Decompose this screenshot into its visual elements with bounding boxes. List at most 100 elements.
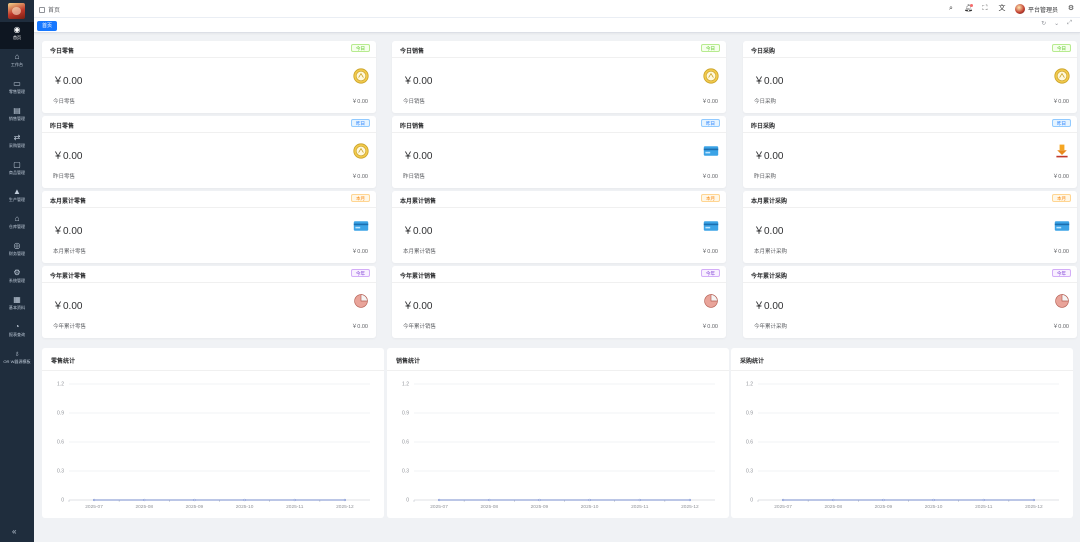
stat-card: 本月累计采购 本月 ￥0.00 本月累计采购 ￥0.00 bbox=[743, 191, 1077, 263]
data-point bbox=[92, 498, 96, 502]
data-point bbox=[982, 498, 985, 502]
period-badge: 今日 bbox=[351, 44, 370, 52]
x-tick-label: 2025-07 bbox=[430, 504, 448, 510]
sidebar-item-12[interactable]: ♁ OR W器源模板 bbox=[0, 346, 34, 373]
warehouse-icon: ⌂ bbox=[14, 214, 20, 223]
bell-icon[interactable]: 🔔︎ bbox=[964, 4, 973, 13]
sidebar-item-5[interactable]: ▢ 商品管理 bbox=[0, 157, 34, 184]
data-point bbox=[882, 498, 885, 502]
top-bar: 首页 ⌕ 🔔︎ ⛶ 文 平台管理员 ⚙ bbox=[34, 0, 1080, 18]
search-icon[interactable]: ⌕ bbox=[947, 5, 955, 13]
sidebar-item-label: 仓库管理 bbox=[8, 224, 26, 229]
x-tick-label: 2025-08 bbox=[824, 504, 842, 510]
sidebar-item-0[interactable]: ◉ 首页 bbox=[0, 22, 34, 49]
period-badge: 本月 bbox=[701, 194, 720, 202]
stat-card: 昨日销售 昨日 ￥0.00 昨日销售 ￥0.00 bbox=[392, 116, 726, 188]
card-divider bbox=[42, 207, 376, 208]
sidebar-item-label: 系统管理 bbox=[8, 278, 26, 283]
card-footer-value: ￥0.00 bbox=[1052, 249, 1069, 255]
card-title: 本月累计销售 bbox=[400, 199, 437, 205]
avatar[interactable] bbox=[1014, 4, 1025, 14]
refresh-icon[interactable]: ↻ bbox=[1041, 20, 1046, 27]
card-title: 本月累计零售 bbox=[50, 199, 87, 205]
data-point bbox=[638, 498, 641, 502]
data-point bbox=[1032, 498, 1036, 502]
finance-icon: ◎ bbox=[13, 241, 21, 250]
card-icon bbox=[1054, 218, 1070, 234]
stat-card: 今日采购 今日 ￥0.00 今日采购 ￥0.00 bbox=[743, 41, 1077, 113]
sidebar-item-4[interactable]: ⇄ 采购管理 bbox=[0, 130, 34, 157]
chart-card: 采购统计 1.2 0.9 0.6 0.3 0 2025-07 2025-08 2025-09 20… bbox=[731, 348, 1073, 518]
card-amount: ￥0.00 bbox=[53, 301, 83, 312]
tab-home[interactable]: 首页 bbox=[37, 21, 58, 31]
period-badge: 今年 bbox=[701, 269, 720, 277]
sidebar-item-label: 商品管理 bbox=[8, 170, 26, 175]
sidebar-item-label: 零售管理 bbox=[8, 89, 26, 94]
expand-icon[interactable]: ⤢ bbox=[1067, 20, 1072, 27]
card-footer-label: 今年累计采购 bbox=[754, 324, 788, 330]
card-icon bbox=[353, 218, 369, 234]
y-tick-label: 0.9 bbox=[402, 411, 409, 417]
folder-icon: ▭ bbox=[13, 79, 21, 88]
card-divider bbox=[42, 282, 376, 283]
card-title: 今年累计采购 bbox=[751, 274, 788, 280]
sidebar-item-2[interactable]: ▭ 零售管理 bbox=[0, 76, 34, 103]
card-title: 昨日零售 bbox=[50, 124, 75, 130]
card-amount: ￥0.00 bbox=[754, 76, 784, 87]
card-amount: ￥0.00 bbox=[403, 151, 433, 162]
pie-icon bbox=[1054, 293, 1070, 309]
sidebar-item-label: 首页 bbox=[12, 35, 22, 40]
x-tick-label: 2025-09 bbox=[186, 504, 204, 510]
tags-bar: 首页 ↻ ⌄ ⤢ bbox=[34, 18, 1080, 33]
sidebar-item-6[interactable]: ▲ 生产管理 bbox=[0, 184, 34, 211]
user-name[interactable]: 平台管理员 bbox=[1028, 5, 1058, 14]
card-footer-label: 本月累计采购 bbox=[754, 249, 788, 255]
data-point bbox=[243, 498, 246, 502]
card-amount: ￥0.00 bbox=[754, 151, 784, 162]
sidebar-item-1[interactable]: ⌂ 工作台 bbox=[0, 49, 34, 76]
card-footer-value: ￥0.00 bbox=[351, 249, 368, 255]
dashboard-icon: ◉ bbox=[13, 25, 21, 34]
card-footer-label: 今日零售 bbox=[53, 99, 76, 105]
sidebar-item-9[interactable]: ⚙ 系统管理 bbox=[0, 265, 34, 292]
card-footer-value: ￥0.00 bbox=[1052, 174, 1069, 180]
gear-icon[interactable]: ⚙ bbox=[1067, 5, 1075, 13]
period-badge: 昨日 bbox=[701, 119, 720, 127]
data-point bbox=[437, 498, 441, 502]
stat-card: 本月累计销售 本月 ￥0.00 本月累计销售 ￥0.00 bbox=[392, 191, 726, 263]
y-tick-label: 1.2 bbox=[746, 382, 753, 388]
download-icon bbox=[1054, 143, 1070, 159]
sidebar-item-8[interactable]: ◎ 财务管理 bbox=[0, 238, 34, 265]
data-point bbox=[343, 498, 347, 502]
card-divider bbox=[392, 207, 726, 208]
card-title: 昨日采购 bbox=[751, 124, 776, 130]
card-divider bbox=[42, 57, 376, 58]
y-tick-label: 0 bbox=[406, 498, 409, 504]
card-footer-label: 今日采购 bbox=[754, 99, 777, 105]
stat-card: 今年累计销售 今年 ￥0.00 今年累计销售 ￥0.00 bbox=[392, 266, 726, 338]
y-tick-label: 0.9 bbox=[57, 411, 64, 417]
card-title: 本月累计采购 bbox=[751, 199, 788, 205]
chevron-down-icon[interactable]: ⌄ bbox=[1054, 20, 1059, 27]
sidebar-item-11[interactable]: ◔ 报表查询 bbox=[0, 319, 34, 346]
stat-card: 今年累计采购 今年 ￥0.00 今年累计采购 ￥0.00 bbox=[743, 266, 1077, 338]
card-amount: ￥0.00 bbox=[53, 76, 83, 87]
card-footer-label: 本月累计零售 bbox=[53, 249, 87, 255]
sidebar-item-7[interactable]: ⌂ 仓库管理 bbox=[0, 211, 34, 238]
card-amount: ￥0.00 bbox=[53, 226, 83, 237]
y-tick-label: 0.9 bbox=[746, 411, 753, 417]
breadcrumb-home[interactable]: 首页 bbox=[48, 8, 60, 14]
fullscreen-icon[interactable]: ⛶ bbox=[981, 5, 989, 13]
sidebar-item-10[interactable]: ▦ 基本资料 bbox=[0, 292, 34, 319]
language-icon[interactable]: 文 bbox=[998, 5, 1006, 13]
card-amount: ￥0.00 bbox=[53, 151, 83, 162]
y-tick-label: 0 bbox=[750, 498, 753, 504]
line-chart: 1.2 0.9 0.6 0.3 0 2025-07 2025-08 2025-09 2025-1… bbox=[57, 382, 370, 510]
sidebar-item-label: 采购管理 bbox=[8, 143, 26, 148]
sidebar-item-3[interactable]: ▤ 销售管理 bbox=[0, 103, 34, 130]
line-chart: 1.2 0.9 0.6 0.3 0 2025-07 2025-08 2025-09 2025-1… bbox=[746, 382, 1059, 510]
card-footer-label: 今年累计销售 bbox=[403, 324, 437, 330]
collapse-icon[interactable]: « bbox=[12, 527, 16, 536]
menu-fold-icon[interactable] bbox=[39, 7, 45, 13]
card-title: 昨日销售 bbox=[400, 124, 425, 130]
